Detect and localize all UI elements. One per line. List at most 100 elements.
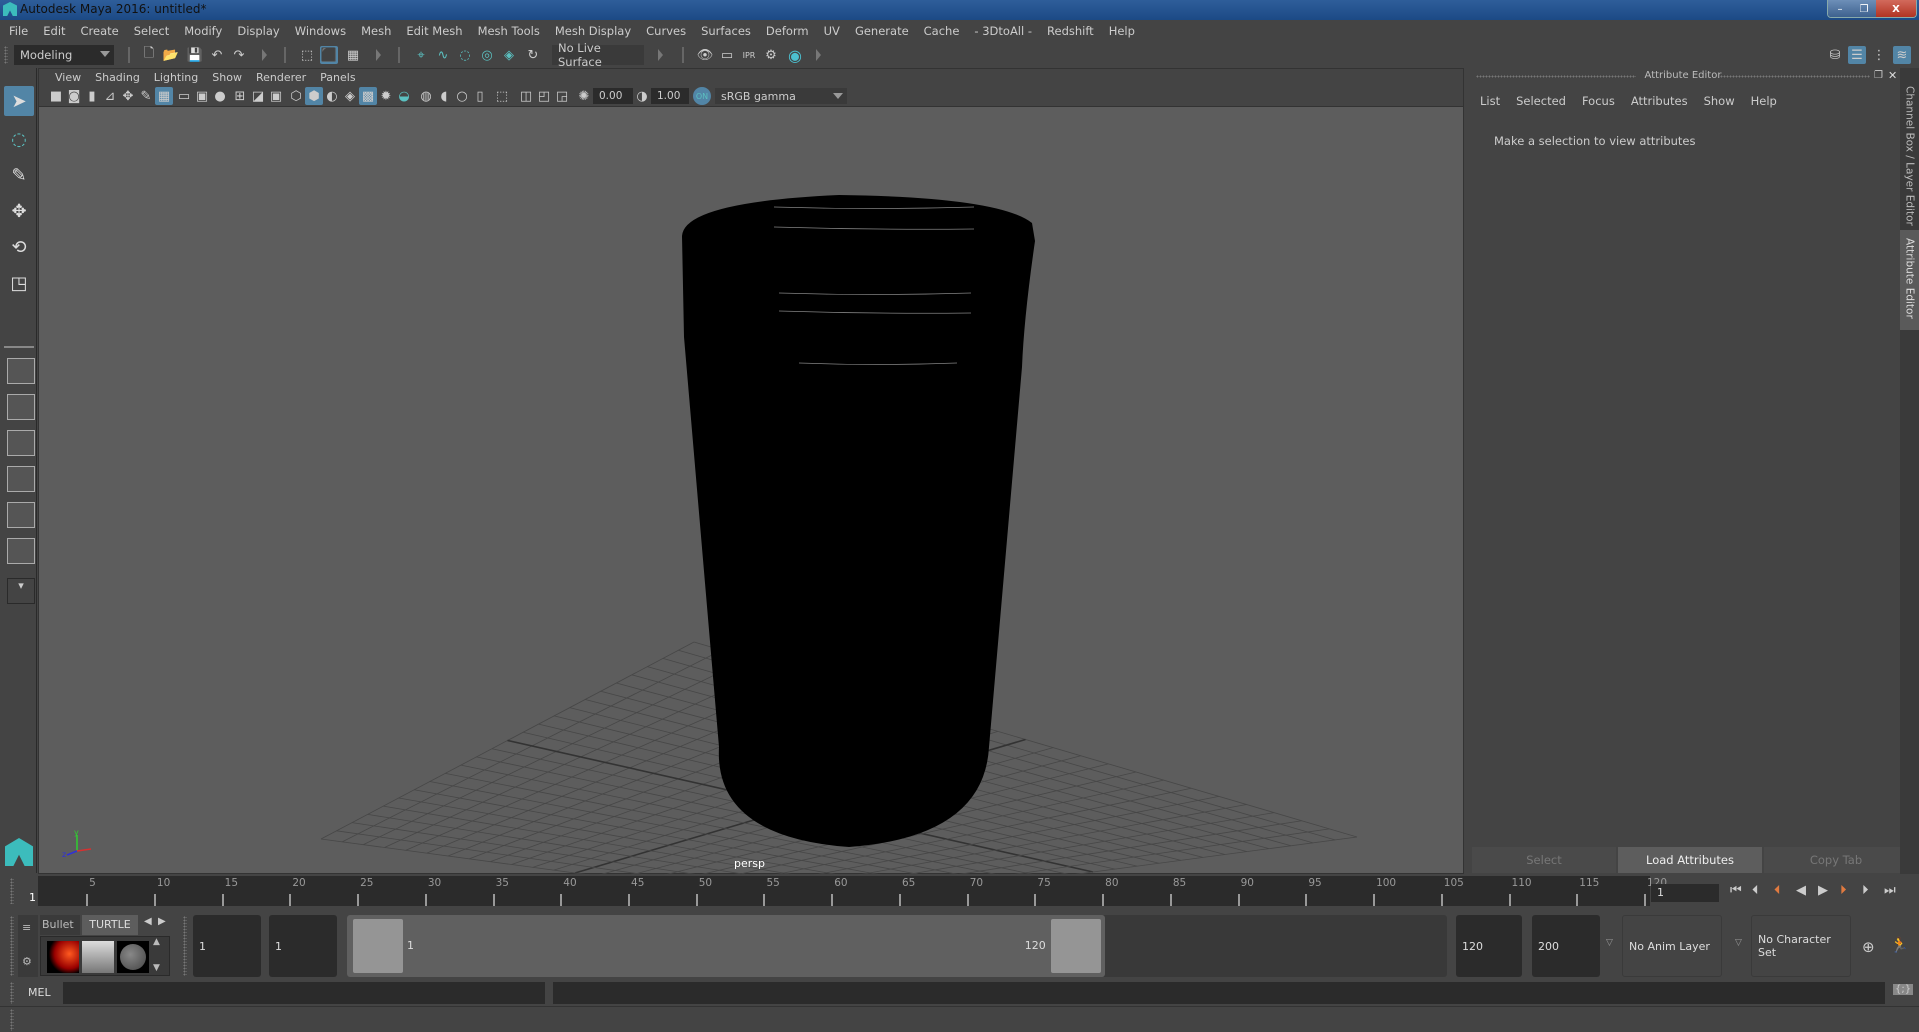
select-button[interactable]: Select — [1472, 847, 1616, 873]
character-set-dropdown[interactable]: No Character Set — [1751, 915, 1851, 977]
character-set-dropdown-icon[interactable]: ▽ — [1735, 938, 1742, 948]
menu-edit[interactable]: Edit — [43, 24, 65, 38]
image-plane-icon[interactable]: ⊿ — [101, 87, 119, 105]
scene-view[interactable] — [39, 107, 1465, 875]
snap-live-icon[interactable]: ◈ — [500, 46, 518, 64]
gamma-field[interactable]: 1.00 — [651, 88, 689, 104]
range-grip[interactable] — [183, 916, 187, 976]
panel-menu-lighting[interactable]: Lighting — [154, 71, 198, 84]
shelf-tab-turtle[interactable]: TURTLE — [82, 915, 138, 935]
menu-help[interactable]: Help — [1109, 24, 1135, 38]
shelf-scroll-up-icon[interactable]: ▲ — [153, 937, 160, 947]
gamma-icon[interactable]: ◑ — [633, 87, 651, 105]
status-line-grip[interactable] — [4, 46, 8, 64]
float-panel-icon[interactable]: ❐ — [1874, 70, 1883, 81]
tab-attribute-editor[interactable]: Attribute Editor — [1900, 230, 1919, 330]
menu-display[interactable]: Display — [237, 24, 279, 38]
snap-point-icon[interactable]: ◌ — [456, 46, 474, 64]
menu-deform[interactable]: Deform — [766, 24, 809, 38]
restore-button[interactable]: ❐ — [1852, 0, 1876, 17]
exposure-field[interactable]: 0.00 — [593, 88, 633, 104]
camera-attributes-icon[interactable]: ◙ — [65, 87, 83, 105]
menu-curves[interactable]: Curves — [646, 24, 686, 38]
modeling-toolkit-icon[interactable]: ⛁ — [1826, 46, 1844, 64]
rotate-tool-icon[interactable]: ⟲ — [4, 232, 34, 262]
animation-start-field[interactable]: 1 — [193, 915, 261, 977]
grid-toggle-icon[interactable]: ▦ — [155, 87, 173, 105]
go-to-start-icon[interactable]: ⏮ — [1730, 883, 1742, 898]
drag-grip[interactable] — [1720, 75, 1870, 78]
auto-keyframe-icon[interactable]: ⊕ — [1862, 938, 1875, 956]
single-perspective-layout-button[interactable] — [7, 358, 35, 384]
help-line-grip[interactable] — [10, 1009, 14, 1031]
playback-start-field[interactable]: 1 — [269, 915, 337, 977]
shelf-scroll-left-icon[interactable]: ◀ — [144, 916, 152, 927]
move-tool-icon[interactable]: ✥ — [4, 196, 34, 226]
persp-outliner-layout-button[interactable] — [7, 430, 35, 456]
panel-menu-show[interactable]: Show — [212, 71, 242, 84]
render-view-icon[interactable]: 👁 — [696, 46, 714, 64]
turtle-bake-icon[interactable] — [47, 941, 79, 973]
camera-icon[interactable]: ■ — [47, 87, 65, 105]
menu-windows[interactable]: Windows — [295, 24, 346, 38]
turtle-surface-shader-icon[interactable] — [117, 941, 149, 973]
ae-menu-list[interactable]: List — [1480, 94, 1500, 108]
motion-blur-icon[interactable]: ◖ — [435, 87, 453, 105]
panel-menu-renderer[interactable]: Renderer — [256, 71, 306, 84]
panel-menu-shading[interactable]: Shading — [95, 71, 140, 84]
safe-action-icon[interactable]: ◪ — [249, 87, 267, 105]
collapse-notch-icon[interactable] — [658, 49, 663, 61]
menu-mesh-tools[interactable]: Mesh Tools — [478, 24, 540, 38]
shelf-scroll-right-icon[interactable]: ▶ — [158, 916, 166, 927]
shelf-menu-icon[interactable]: ≡ — [22, 921, 31, 934]
snap-projected-center-icon[interactable]: ↻ — [524, 46, 542, 64]
panel-menu-view[interactable]: View — [55, 71, 81, 84]
anti-aliasing-icon[interactable]: ○ — [453, 87, 471, 105]
exposure-icon[interactable]: ✺ — [575, 87, 593, 105]
menu-select[interactable]: Select — [134, 24, 169, 38]
view-transform-dropdown[interactable]: sRGB gamma — [715, 88, 847, 104]
menu-mesh[interactable]: Mesh — [361, 24, 391, 38]
menuset-dropdown[interactable]: Modeling — [14, 45, 114, 65]
viewport-panel[interactable]: View Shading Lighting Show Renderer Pane… — [38, 68, 1465, 875]
resolution-gate-icon[interactable]: ▣ — [193, 87, 211, 105]
menu-cache[interactable]: Cache — [924, 24, 960, 38]
shelf-tab-bullet[interactable]: Bullet — [40, 915, 80, 935]
channel-box-toggle-icon[interactable]: ≋ — [1893, 46, 1911, 64]
menu-modify[interactable]: Modify — [184, 24, 222, 38]
hypershade-persp-layout-button[interactable] — [7, 502, 35, 528]
snap-grid-icon[interactable]: ⌖ — [412, 46, 430, 64]
panel-menu-panels[interactable]: Panels — [320, 71, 355, 84]
hypershade-icon[interactable]: ◉ — [786, 46, 804, 65]
script-editor-icon[interactable]: {;} — [1893, 984, 1914, 995]
load-attributes-button[interactable]: Load Attributes — [1618, 847, 1762, 873]
redo-icon[interactable]: ↷ — [230, 46, 248, 64]
four-view-layout-button[interactable] — [7, 394, 35, 420]
current-time-marker[interactable]: 1 — [28, 876, 38, 906]
open-scene-icon[interactable]: 📂 — [162, 46, 180, 64]
tool-settings-icon[interactable]: ⋮ — [1870, 46, 1888, 64]
shelf-grip[interactable] — [10, 916, 14, 976]
range-slider[interactable]: 1 120 — [347, 915, 1447, 977]
grease-pencil-icon[interactable]: ✎ — [137, 87, 155, 105]
turtle-render-settings-icon[interactable] — [82, 941, 114, 973]
menu-generate[interactable]: Generate — [855, 24, 909, 38]
select-by-component-icon[interactable]: ▦ — [344, 46, 362, 64]
attribute-editor-toggle-icon[interactable]: ☰ — [1848, 46, 1866, 64]
ipr-render-icon[interactable]: IPR — [740, 46, 758, 64]
depth-of-field-icon[interactable]: ▯ — [471, 87, 489, 105]
collapse-notch-icon[interactable] — [262, 49, 267, 61]
more-layouts-button[interactable]: ▾ — [7, 578, 35, 604]
collapse-notch-icon[interactable] — [376, 49, 381, 61]
xray-joints-icon[interactable]: ◰ — [535, 87, 553, 105]
select-by-hierarchy-icon[interactable]: ⬚ — [298, 46, 316, 64]
ae-menu-attributes[interactable]: Attributes — [1631, 94, 1688, 108]
animation-preferences-icon[interactable]: 🏃 — [1890, 936, 1909, 954]
persp-graph-layout-button[interactable] — [7, 466, 35, 492]
menu-redshift[interactable]: Redshift — [1047, 24, 1094, 38]
animation-end-field[interactable]: 200 — [1532, 915, 1600, 977]
minimize-button[interactable]: – — [1828, 0, 1852, 17]
use-all-lights-icon[interactable]: ✹ — [377, 87, 395, 105]
shadows-icon[interactable]: ◒ — [395, 87, 413, 105]
command-language-label[interactable]: MEL — [28, 986, 51, 999]
